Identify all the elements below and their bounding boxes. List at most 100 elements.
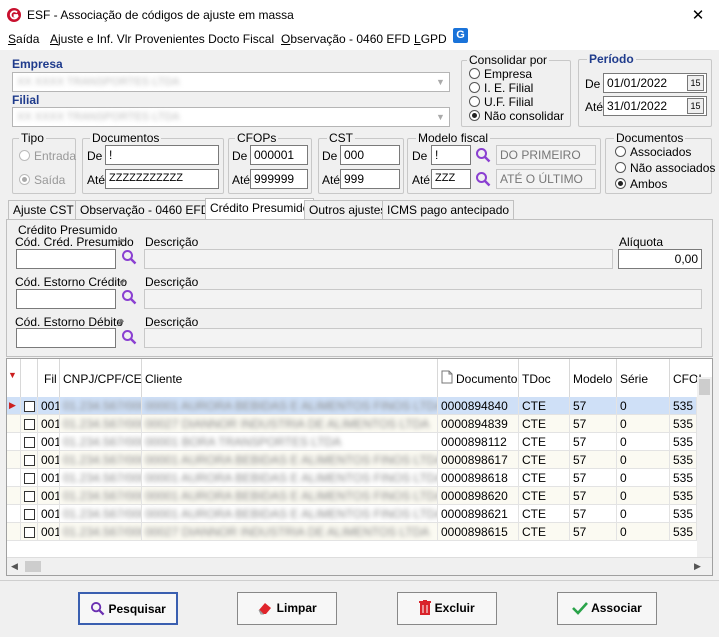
radio-associados[interactable]: Associados	[615, 145, 691, 159]
menu-lgpd[interactable]: LGPD	[414, 32, 447, 46]
header-modelo[interactable]: Modelo	[570, 359, 617, 397]
table-row[interactable]: 00101.234.567/0001-0000027 DIANNOR INDUS…	[7, 523, 712, 541]
periodo-ate-label: Até	[585, 100, 604, 114]
table-row[interactable]: 00101.234.567/0001-0000001 AURORA BEBIDA…	[7, 487, 712, 505]
scroll-right-icon[interactable]: ▶	[694, 561, 701, 572]
menu-observacao[interactable]: Observação - 0460 EFD	[281, 32, 410, 46]
menu-saida[interactable]: Saída	[8, 32, 39, 46]
cod-estorno-credito-input[interactable]	[16, 289, 116, 309]
radio-empresa[interactable]: Empresa	[469, 67, 532, 81]
header-fil[interactable]: Fil	[38, 359, 60, 397]
cod-estorno-debito-input[interactable]	[16, 328, 116, 348]
cod-estorno-credito-descricao	[144, 289, 702, 309]
tab-ajuste-cst[interactable]: Ajuste CST	[8, 200, 79, 219]
header-cfop[interactable]: CFOI	[670, 359, 702, 397]
radio-nao-consolidar[interactable]: Não consolidar	[469, 109, 564, 123]
scroll-thumb[interactable]	[699, 379, 710, 395]
row-marker	[7, 415, 21, 433]
radio-ambos[interactable]: Ambos	[615, 177, 667, 191]
row-checkbox[interactable]	[21, 469, 38, 487]
checkbox[interactable]	[24, 419, 35, 430]
cell-documento: 0000894839	[438, 415, 519, 433]
cst-ate-input[interactable]: 999	[340, 169, 400, 189]
pesquisar-button[interactable]: Pesquisar	[78, 592, 178, 625]
search-icon[interactable]	[121, 329, 137, 345]
cell-documento: 0000898618	[438, 469, 519, 487]
tab-observacao[interactable]: Observação - 0460 EFD	[75, 200, 215, 219]
cell-modelo: 57	[570, 487, 617, 505]
calendar-icon[interactable]: 15	[687, 75, 704, 91]
table-row[interactable]: 00101.234.567/0001-0000001 AURORA BEBIDA…	[7, 505, 712, 523]
checkbox[interactable]	[24, 473, 35, 484]
cod-cred-input[interactable]	[16, 249, 116, 269]
search-icon[interactable]	[475, 147, 491, 163]
radio-saida[interactable]: Saída	[19, 173, 65, 187]
row-checkbox[interactable]	[21, 505, 38, 523]
checkbox[interactable]	[24, 455, 35, 466]
aliquota-input[interactable]: 0,00	[618, 249, 702, 269]
cell-cnpj: 01.234.567/0001-00	[60, 451, 142, 469]
tab-icms-pago[interactable]: ICMS pago antecipado	[382, 200, 515, 219]
cell-fil: 001	[38, 397, 60, 415]
menu-ajuste[interactable]: Ajuste e Inf. Vlr Provenientes Docto Fis…	[50, 32, 274, 46]
row-checkbox[interactable]	[21, 415, 38, 433]
header-serie[interactable]: Série	[617, 359, 670, 397]
cst-de-input[interactable]: 000	[340, 145, 400, 165]
row-checkbox[interactable]	[21, 433, 38, 451]
search-icon[interactable]	[475, 171, 491, 187]
tab-credito-presumido[interactable]: Crédito Presumido	[205, 198, 315, 220]
row-checkbox[interactable]	[21, 523, 38, 541]
periodo-group	[578, 59, 712, 127]
excluir-button[interactable]: Excluir	[397, 592, 497, 625]
close-icon[interactable]: ✕	[690, 6, 706, 24]
cell-fil: 001	[38, 469, 60, 487]
radio-entrada[interactable]: Entrada	[19, 149, 76, 163]
limpar-button[interactable]: Limpar	[237, 592, 337, 625]
horizontal-scrollbar[interactable]: ◀ ▶	[7, 557, 712, 575]
row-checkbox[interactable]	[21, 451, 38, 469]
table-row[interactable]: 00101.234.567/0001-0000027 DIANNOR INDUS…	[7, 415, 712, 433]
header-cliente[interactable]: Cliente	[142, 359, 438, 397]
header-tdoc[interactable]: TDoc	[519, 359, 570, 397]
table-row[interactable]: ▶ 00101.234.567/0001-0000001 AURORA BEBID…	[7, 397, 712, 415]
checkbox[interactable]	[24, 401, 35, 412]
radio-uf-filial[interactable]: U.F. Filial	[469, 95, 533, 109]
table-row[interactable]: 00101.234.567/0001-0000001 BORA TRANSPOR…	[7, 433, 712, 451]
checkbox[interactable]	[24, 437, 35, 448]
check-icon	[572, 602, 589, 615]
empresa-select[interactable]: XX XXXX TRANSPORTES LTDA ▼	[12, 72, 450, 92]
row-checkbox[interactable]	[21, 487, 38, 505]
header-cnpj[interactable]: CNPJ/CPF/CEI	[60, 359, 145, 397]
cell-cfop: 535	[670, 451, 697, 469]
modelo-de-input[interactable]: !	[431, 145, 471, 165]
search-icon[interactable]	[121, 289, 137, 305]
checkbox[interactable]	[24, 491, 35, 502]
vertical-scrollbar[interactable]	[697, 377, 712, 557]
calendar-icon[interactable]: 15	[687, 98, 704, 114]
scroll-thumb[interactable]	[25, 561, 41, 572]
filial-select[interactable]: XX XXXX TRANSPORTES LTDA ▼	[12, 107, 450, 127]
cell-cnpj: 01.234.567/0001-00	[60, 469, 142, 487]
radio-ie-filial[interactable]: I. E. Filial	[469, 81, 533, 95]
cfops-de-input[interactable]: 000001	[250, 145, 308, 165]
cfops-ate-input[interactable]: 999999	[250, 169, 308, 189]
lgpd-icon[interactable]: G	[453, 28, 468, 43]
checkbox[interactable]	[24, 527, 35, 538]
search-icon[interactable]	[121, 249, 137, 265]
checkbox[interactable]	[24, 509, 35, 520]
tab-outros-ajustes[interactable]: Outros ajustes	[304, 200, 392, 219]
results-table: ▼ Fil CNPJ/CPF/CEI Cliente Documento TDo…	[6, 358, 713, 576]
modelo-ate-label: Até	[412, 173, 431, 187]
row-checkbox[interactable]	[21, 397, 38, 415]
scroll-left-icon[interactable]: ◀	[11, 561, 18, 572]
cell-cnpj: 01.234.567/0001-00	[60, 433, 142, 451]
table-row[interactable]: 00101.234.567/0001-0000001 AURORA BEBIDA…	[7, 469, 712, 487]
modelo-ate-input[interactable]: ZZZ	[431, 169, 471, 189]
documentos-de-input[interactable]: !	[105, 145, 219, 165]
table-row[interactable]: 00101.234.567/0001-0000001 AURORA BEBIDA…	[7, 451, 712, 469]
header-documento[interactable]: Documento	[438, 359, 519, 397]
associar-button[interactable]: Associar	[557, 592, 657, 625]
radio-nao-associados[interactable]: Não associados	[615, 161, 715, 175]
documentos-ate-input[interactable]: ZZZZZZZZZZZ	[105, 169, 219, 189]
documentos-ate-label: Até	[87, 173, 106, 187]
